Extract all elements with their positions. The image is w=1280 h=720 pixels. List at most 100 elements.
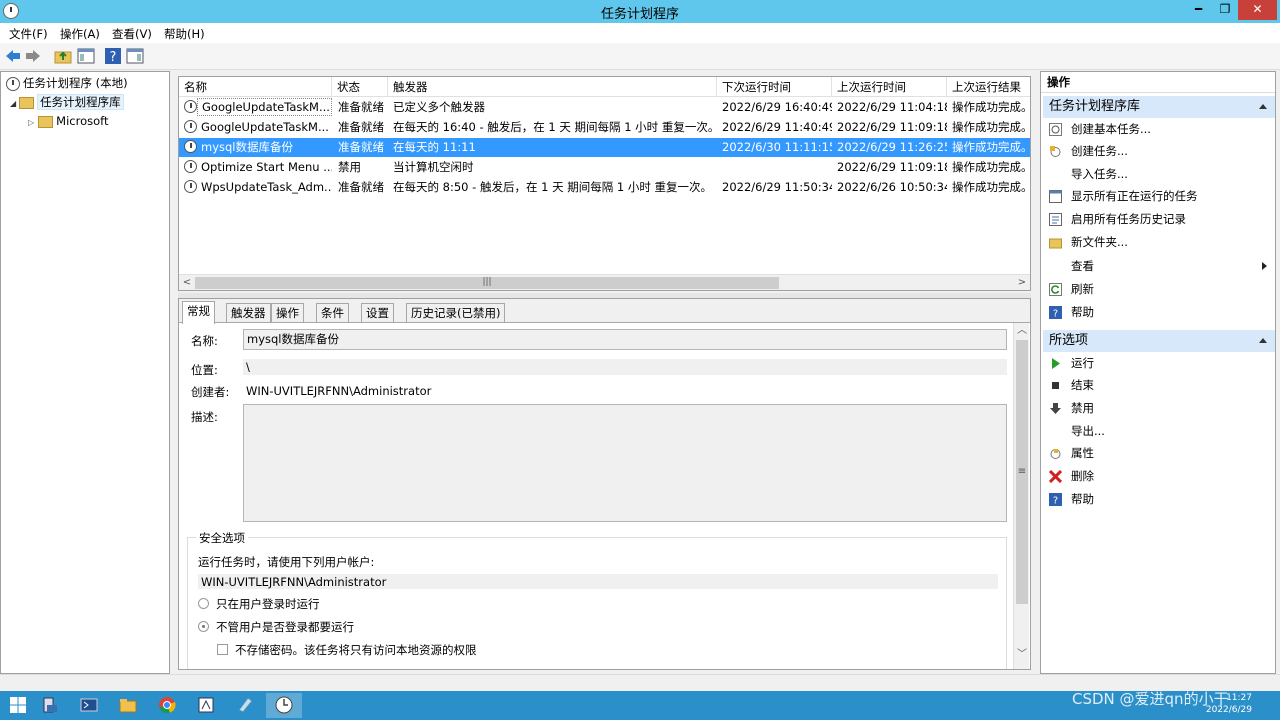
taskbar-chrome[interactable] xyxy=(149,693,185,718)
tab-general[interactable]: 常规 xyxy=(182,301,215,324)
action-import-task[interactable]: 导入任务... xyxy=(1041,163,1275,185)
run-whether-logged-on-radio[interactable] xyxy=(198,621,209,632)
taskbar-app-window[interactable] xyxy=(188,693,224,718)
close-button[interactable]: ✕ xyxy=(1238,0,1277,20)
action-view[interactable]: 查看 xyxy=(1041,255,1275,277)
details-tabs: 常规 触发器 操作 条件 设置 历史记录(已禁用) xyxy=(179,301,1030,324)
forward-arrow-icon[interactable] xyxy=(24,47,42,65)
task-row-selected[interactable]: mysql数据库备份 准备就绪 在每天的 11:11 2022/6/30 11:… xyxy=(179,138,1030,157)
tab-triggers[interactable]: 触发器 xyxy=(226,303,271,323)
taskbar-file-explorer[interactable] xyxy=(110,693,146,718)
action-refresh[interactable]: 刷新 xyxy=(1041,278,1275,300)
csdn-watermark: CSDN @爱进qn的小干 xyxy=(1072,690,1229,708)
task-trigger: 在每天的 11:11 xyxy=(393,140,476,154)
task-location-field[interactable]: \ xyxy=(243,359,1007,375)
tree-node-label: Microsoft xyxy=(56,114,109,128)
action-help-selected[interactable]: ? 帮助 xyxy=(1041,488,1275,510)
column-status[interactable]: 状态 xyxy=(332,77,388,97)
run-only-logged-on-radio[interactable] xyxy=(198,598,209,609)
menu-action[interactable]: 操作(A) xyxy=(60,26,100,42)
task-row[interactable]: GoogleUpdateTaskM... 准备就绪 在每天的 16:40 - 触… xyxy=(179,118,1030,137)
taskbar-task-scheduler[interactable] xyxy=(266,693,302,718)
tree-node-local[interactable]: 任务计划程序 (本地) xyxy=(6,74,128,92)
column-trigger[interactable]: 触发器 xyxy=(388,77,717,97)
action-label: 属性 xyxy=(1071,446,1094,460)
selected-item-section[interactable]: 所选项 xyxy=(1043,330,1275,352)
taskbar-notepad[interactable] xyxy=(227,693,263,718)
up-folder-icon[interactable] xyxy=(54,47,72,65)
action-help[interactable]: ? 帮助 xyxy=(1041,301,1275,323)
column-last-result[interactable]: 上次运行结果 xyxy=(947,77,1030,97)
task-trigger: 已定义多个触发器 xyxy=(393,100,485,114)
task-last-run: 2022/6/26 10:50:34 xyxy=(837,180,947,194)
task-row[interactable]: GoogleUpdateTaskM... 准备就绪 已定义多个触发器 2022/… xyxy=(179,98,1030,117)
task-clock-icon xyxy=(184,180,197,193)
start-button[interactable] xyxy=(0,693,36,718)
run-as-user-field[interactable]: WIN-UVITLEJRFNN\Administrator xyxy=(198,574,998,589)
server-manager-icon xyxy=(43,697,57,713)
vertical-scrollbar[interactable]: ︿ ≡ ﹀ xyxy=(1013,323,1030,669)
task-name-field[interactable]: mysql数据库备份 xyxy=(243,329,1007,350)
scroll-thumb[interactable]: ||| xyxy=(195,277,779,289)
column-name[interactable]: 名称 xyxy=(179,77,332,97)
action-properties[interactable]: 属性 xyxy=(1041,442,1275,464)
back-arrow-icon[interactable] xyxy=(4,47,22,65)
scroll-left-icon[interactable]: < xyxy=(179,275,195,290)
collapse-icon[interactable] xyxy=(1259,338,1267,343)
svg-text:?: ? xyxy=(1053,309,1058,320)
action-end[interactable]: 结束 xyxy=(1041,374,1275,396)
scroll-right-icon[interactable]: > xyxy=(1014,275,1030,290)
tab-settings[interactable]: 设置 xyxy=(361,303,394,323)
running-tasks-icon xyxy=(1049,190,1062,203)
taskbar-server-manager[interactable] xyxy=(32,693,68,718)
do-not-store-password-label[interactable]: 不存储密码。该任务将只有访问本地资源的权限 xyxy=(235,642,477,658)
show-hide-action-pane-icon[interactable] xyxy=(126,47,144,65)
menu-file[interactable]: 文件(F) xyxy=(9,26,48,42)
action-create-task[interactable]: 创建任务... xyxy=(1041,140,1275,162)
column-next-run[interactable]: 下次运行时间 xyxy=(717,77,832,97)
task-author-value: WIN-UVITLEJRFNN\Administrator xyxy=(246,384,432,398)
action-export[interactable]: 导出... xyxy=(1041,420,1275,442)
action-show-running-tasks[interactable]: 显示所有正在运行的任务 xyxy=(1041,185,1275,207)
tree-expanded-icon[interactable]: ◢ xyxy=(10,99,16,108)
scroll-thumb[interactable]: ≡ xyxy=(1016,340,1028,604)
action-label: 启用所有任务历史记录 xyxy=(1071,212,1186,226)
action-enable-history[interactable]: 启用所有任务历史记录 xyxy=(1041,208,1275,230)
minimize-button[interactable]: ━ xyxy=(1185,0,1212,20)
tree-node-microsoft[interactable]: ▷ Microsoft xyxy=(28,112,109,130)
maximize-button[interactable]: ❐ xyxy=(1212,0,1238,20)
action-new-folder[interactable]: 新文件夹... xyxy=(1041,231,1275,253)
help-icon[interactable]: ? xyxy=(104,47,122,65)
action-disable[interactable]: 禁用 xyxy=(1041,397,1275,419)
library-actions-section[interactable]: 任务计划程序库 xyxy=(1043,96,1275,118)
task-row[interactable]: Optimize Start Menu ... 禁用 当计算机空闲时 2022/… xyxy=(179,158,1030,177)
tree-node-library[interactable]: ◢ 任务计划程序库 xyxy=(10,93,124,111)
horizontal-scrollbar[interactable]: < ||| > xyxy=(179,274,1030,290)
tab-conditions[interactable]: 条件 xyxy=(316,303,349,323)
do-not-store-password-checkbox[interactable] xyxy=(217,644,228,655)
collapse-icon[interactable] xyxy=(1259,104,1267,109)
column-last-run[interactable]: 上次运行时间 xyxy=(832,77,947,97)
refresh-icon xyxy=(1049,283,1062,296)
tab-actions[interactable]: 操作 xyxy=(271,303,304,323)
menu-view[interactable]: 查看(V) xyxy=(112,26,152,42)
taskbar-powershell[interactable] xyxy=(71,693,107,718)
scroll-up-icon[interactable]: ︿ xyxy=(1014,323,1030,339)
run-only-logged-on-label[interactable]: 只在用户登录时运行 xyxy=(216,596,320,612)
folder-icon xyxy=(38,115,54,128)
show-hide-console-tree-icon[interactable] xyxy=(77,47,95,65)
menu-bar: 文件(F) 操作(A) 查看(V) 帮助(H) xyxy=(0,23,1280,43)
action-create-basic-task[interactable]: 创建基本任务... xyxy=(1041,118,1275,140)
author-label: 创建者: xyxy=(191,385,230,399)
task-row[interactable]: WpsUpdateTask_Adm... 准备就绪 在每天的 8:50 - 触发… xyxy=(179,178,1030,197)
action-delete[interactable]: 删除 xyxy=(1041,465,1275,487)
scroll-down-icon[interactable]: ﹀ xyxy=(1014,647,1030,663)
menu-help[interactable]: 帮助(H) xyxy=(164,26,205,42)
tab-history[interactable]: 历史记录(已禁用) xyxy=(406,303,506,323)
task-description-field[interactable] xyxy=(243,404,1007,522)
run-whether-logged-on-label[interactable]: 不管用户是否登录都要运行 xyxy=(216,619,354,635)
app-window-icon xyxy=(198,697,214,713)
task-list-header: 名称 状态 触发器 下次运行时间 上次运行时间 上次运行结果 xyxy=(179,77,1030,97)
action-run[interactable]: 运行 xyxy=(1041,352,1275,374)
tree-collapsed-icon[interactable]: ▷ xyxy=(28,118,34,127)
